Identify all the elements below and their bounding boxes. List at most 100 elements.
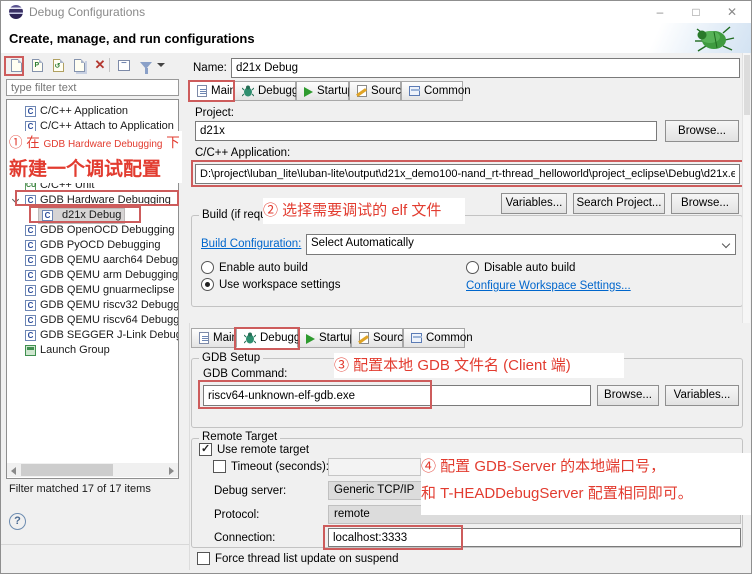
project-browse-button[interactable]: Browse... <box>665 120 739 142</box>
tab-main[interactable]: Main <box>189 81 234 101</box>
debugger-tabstrip: Main Debugger Startup Source Common <box>191 328 751 348</box>
application-input[interactable] <box>195 164 740 184</box>
tree-item[interactable]: CGDB PyOCD Debugging <box>7 238 178 253</box>
debugger-bug-icon <box>244 332 256 344</box>
startup-play-icon <box>306 334 315 344</box>
collapse-all-button[interactable] <box>115 56 133 74</box>
filter-button[interactable] <box>137 56 155 74</box>
application-browse-button[interactable]: Browse... <box>671 193 739 214</box>
name-input[interactable] <box>231 58 740 78</box>
divider <box>1 544 189 545</box>
tab-source[interactable]: Source <box>349 81 401 101</box>
tab-common[interactable]: Common <box>403 328 465 348</box>
disable-auto-build-radio[interactable]: Disable auto build <box>466 261 575 274</box>
tree-item[interactable]: CUC/C++ Unit <box>7 178 178 193</box>
tree-item[interactable]: CGDB QEMU gnuarmeclipse Debugging <box>7 283 178 298</box>
c-app-icon: C <box>25 195 36 206</box>
titlebar: Debug Configurations – □ ✕ <box>1 1 752 23</box>
common-tab-icon <box>411 333 422 343</box>
force-thread-checkbox[interactable]: Force thread list update on suspend <box>197 552 398 565</box>
tab-debugger[interactable]: Debugger <box>234 81 296 101</box>
connection-input[interactable] <box>328 528 741 547</box>
protocol-select[interactable]: remote <box>328 505 741 524</box>
tab-main[interactable]: Main <box>191 328 236 348</box>
new-configuration-button[interactable] <box>7 56 25 74</box>
tree-item[interactable]: CGDB SEGGER J-Link Debugging <box>7 328 178 343</box>
right-vertical-scrollbar[interactable] <box>742 53 750 323</box>
project-input[interactable] <box>195 121 657 141</box>
c-app-icon: C <box>25 225 36 236</box>
scrollbar-thumb[interactable] <box>744 55 750 115</box>
tree-item[interactable]: CGDB QEMU arm Debugging <box>7 268 178 283</box>
gdb-command-input[interactable] <box>203 385 591 406</box>
build-configuration-link[interactable]: Build Configuration: <box>201 238 301 250</box>
debug-bug-icon <box>689 21 737 58</box>
tree-item[interactable]: CGDB QEMU riscv64 Debugging <box>7 313 178 328</box>
tree-item[interactable]: CC/C++ Application <box>7 104 178 119</box>
tab-startup[interactable]: Startup <box>296 81 349 101</box>
c-app-icon: C <box>25 270 36 281</box>
maximize-button[interactable]: □ <box>685 4 707 21</box>
configurations-tree: CC/C++ Application CC/C++ Attach to Appl… <box>6 99 179 479</box>
checkbox-icon <box>197 552 210 565</box>
export-configuration-button[interactable]: ↺ <box>49 56 67 74</box>
radio-icon <box>201 261 214 274</box>
filter-input[interactable] <box>6 79 179 96</box>
source-tab-icon <box>357 85 367 97</box>
timeout-checkbox[interactable]: Timeout (seconds): <box>213 460 329 473</box>
tree-horizontal-scrollbar[interactable] <box>7 463 178 477</box>
scroll-left-arrow-icon[interactable] <box>11 467 16 475</box>
main-tabstrip: Main Debugger Startup Source Common <box>189 81 749 101</box>
c-app-icon: C <box>25 300 36 311</box>
c-app-icon: C <box>25 240 36 251</box>
use-workspace-settings-radio[interactable]: Use workspace settings <box>201 278 340 291</box>
tab-source[interactable]: Source <box>351 328 403 348</box>
scroll-right-arrow-icon[interactable] <box>169 467 174 475</box>
tree-item-gdb-hardware[interactable]: CGDB Hardware Debugging <box>7 193 178 208</box>
tree-item-d21x-debug[interactable]: Cd21x Debug <box>7 208 178 223</box>
gdb-variables-button[interactable]: Variables... <box>665 385 739 406</box>
tree-hidden-region <box>7 134 178 178</box>
checkbox-icon <box>213 460 226 473</box>
debug-server-label: Debug server: <box>214 485 286 497</box>
main-tab-icon <box>199 332 209 344</box>
search-project-button[interactable]: Search Project... <box>573 193 665 214</box>
common-tab-icon <box>409 86 420 96</box>
configure-workspace-settings-link[interactable]: Configure Workspace Settings... <box>466 280 631 292</box>
tree-item[interactable]: Launch Group <box>7 343 178 358</box>
radio-icon <box>466 261 479 274</box>
build-configuration-select[interactable]: Select Automatically <box>306 234 736 255</box>
debugger-bug-icon <box>242 85 254 97</box>
tab-startup[interactable]: Startup <box>298 328 351 348</box>
project-label: Project: <box>195 107 234 119</box>
tree-item[interactable]: CGDB OpenOCD Debugging <box>7 223 178 238</box>
gdb-command-label: GDB Command: <box>203 368 287 380</box>
help-button[interactable]: ? <box>9 513 26 530</box>
chevron-down-icon <box>722 240 730 248</box>
tree-item[interactable]: CGDB QEMU riscv32 Debugging <box>7 298 178 313</box>
use-remote-target-checkbox[interactable]: Use remote target <box>199 443 309 456</box>
page-title: Create, manage, and run configurations <box>9 31 255 46</box>
new-prototype-button[interactable]: P <box>28 56 46 74</box>
connection-label: Connection: <box>214 532 275 544</box>
tab-common[interactable]: Common <box>401 81 463 101</box>
tab-debugger[interactable]: Debugger <box>236 328 298 348</box>
timeout-input[interactable] <box>328 458 421 476</box>
duplicate-button[interactable] <box>70 56 88 74</box>
gdb-browse-button[interactable]: Browse... <box>597 385 659 406</box>
filter-menu-arrow-icon[interactable] <box>155 56 167 74</box>
debug-configurations-dialog: Debug Configurations – □ ✕ Create, manag… <box>0 0 752 574</box>
tree-item[interactable]: CGDB QEMU aarch64 Debugging <box>7 253 178 268</box>
application-label: C/C++ Application: <box>195 147 290 159</box>
name-label: Name: <box>193 62 227 74</box>
enable-auto-build-radio[interactable]: Enable auto build <box>201 261 308 274</box>
debug-server-select[interactable]: Generic TCP/IP <box>328 481 741 500</box>
scrollbar-thumb[interactable] <box>21 464 113 476</box>
expanded-chevron-icon[interactable] <box>12 196 19 203</box>
tree-item[interactable]: CC/C++ Attach to Application <box>7 119 178 134</box>
delete-button[interactable]: ✕ <box>91 56 109 74</box>
gdb-setup-label: GDB Setup <box>199 352 263 364</box>
variables-button[interactable]: Variables... <box>501 193 567 214</box>
minimize-button[interactable]: – <box>649 4 671 21</box>
close-button[interactable]: ✕ <box>721 4 743 21</box>
